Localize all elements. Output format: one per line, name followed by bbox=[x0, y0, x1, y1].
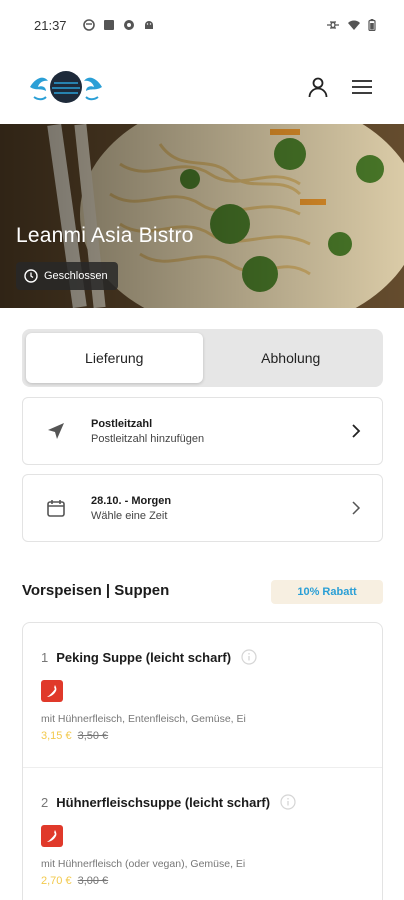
status-notification-icons bbox=[82, 19, 155, 31]
menu-item-header: 2 Hühnerfleischsuppe (leicht scharf) bbox=[41, 794, 364, 810]
time-text: 28.10. - Morgen Wähle eine Zeit bbox=[91, 495, 348, 522]
original-price: 3,50 € bbox=[77, 730, 109, 742]
link-icon bbox=[327, 21, 339, 29]
location-wrapper bbox=[45, 420, 67, 442]
time-value: Wähle eine Zeit bbox=[91, 509, 168, 522]
spicy-badge bbox=[41, 680, 63, 702]
status-system-icons bbox=[326, 19, 376, 31]
menu-button[interactable] bbox=[344, 69, 380, 105]
menu-item-description: mit Hühnerfleisch, Entenfleisch, Gemüse,… bbox=[41, 713, 246, 725]
status-time: 21:37 bbox=[34, 17, 67, 33]
postcode-text: Postleitzahl Postleitzahl hinzufügen bbox=[91, 418, 348, 445]
info-icon[interactable] bbox=[280, 794, 296, 810]
chili-icon bbox=[47, 830, 57, 842]
status-badge-label: Geschlossen bbox=[44, 270, 108, 282]
restaurant-name: Leanmi Asia Bistro bbox=[16, 224, 194, 247]
menu-item[interactable]: 1 Peking Suppe (leicht scharf) mit Hühne… bbox=[23, 623, 382, 768]
wifi-icon bbox=[348, 20, 360, 30]
menu-item-prices: 2,70 € 3,00 € bbox=[41, 875, 364, 887]
calendar-wrapper bbox=[45, 497, 67, 519]
info-icon[interactable] bbox=[241, 649, 257, 665]
order-mode-toggle: Lieferung Abholung bbox=[22, 329, 383, 387]
battery-icon bbox=[368, 19, 376, 31]
chevron-right-icon bbox=[352, 501, 361, 515]
location-arrow-icon bbox=[48, 423, 64, 439]
postcode-label: Postleitzahl bbox=[91, 417, 153, 430]
discounted-price: 2,70 € bbox=[41, 875, 72, 887]
tab-pickup[interactable]: Abholung bbox=[203, 333, 380, 383]
menu-item-name: Hühnerfleischsuppe (leicht scharf) bbox=[56, 794, 271, 810]
postcode-selector[interactable]: Postleitzahl Postleitzahl hinzufügen bbox=[22, 397, 383, 465]
status-badge: Geschlossen bbox=[16, 262, 118, 290]
time-selector[interactable]: 28.10. - Morgen Wähle eine Zeit bbox=[22, 474, 383, 542]
category-title: Vorspeisen | Suppen bbox=[22, 582, 170, 599]
postcode-value: Postleitzahl hinzufügen bbox=[91, 432, 205, 445]
account-button[interactable] bbox=[300, 69, 336, 105]
discounted-price: 3,15 € bbox=[41, 730, 72, 742]
menu-list: 1 Peking Suppe (leicht scharf) mit Hühne… bbox=[22, 622, 383, 900]
restaurant-logo[interactable] bbox=[28, 67, 104, 107]
android-icon bbox=[144, 21, 153, 29]
app-notification-icon bbox=[82, 19, 95, 31]
original-price: 3,00 € bbox=[77, 875, 109, 887]
user-icon bbox=[308, 77, 328, 98]
tab-delivery[interactable]: Lieferung bbox=[26, 333, 203, 383]
gear-notification-icon bbox=[123, 20, 134, 30]
menu-item-header: 1 Peking Suppe (leicht scharf) bbox=[41, 649, 364, 665]
menu-item[interactable]: 2 Hühnerfleischsuppe (leicht scharf) mit… bbox=[23, 768, 382, 900]
menu-item-number: 1 bbox=[41, 649, 49, 665]
menu-item-name: Peking Suppe (leicht scharf) bbox=[56, 649, 232, 665]
chevron-right-icon bbox=[352, 424, 361, 438]
square-notification-icon bbox=[103, 20, 114, 30]
status-bar: 21:37 bbox=[0, 0, 404, 50]
calendar-icon bbox=[47, 500, 65, 517]
menu-item-number: 2 bbox=[41, 794, 49, 810]
spicy-badge bbox=[41, 825, 63, 847]
clock-icon bbox=[24, 269, 38, 283]
chili-icon bbox=[47, 685, 57, 697]
menu-item-prices: 3,15 € 3,50 € bbox=[41, 730, 364, 742]
app-header bbox=[0, 50, 404, 124]
time-label: 28.10. - Morgen bbox=[91, 494, 172, 507]
discount-badge: 10% Rabatt bbox=[271, 580, 383, 604]
hamburger-icon bbox=[352, 80, 372, 94]
menu-item-description: mit Hühnerfleisch (oder vegan), Gemüse, … bbox=[41, 858, 246, 870]
